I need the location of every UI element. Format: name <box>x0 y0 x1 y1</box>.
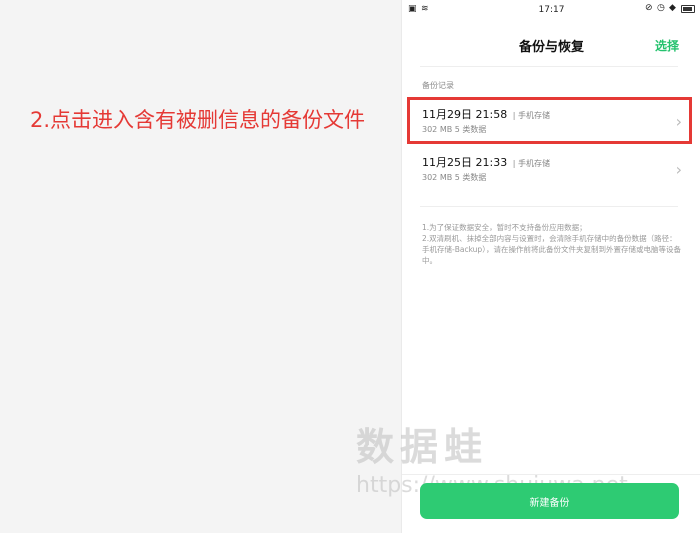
highlight-box <box>407 97 692 144</box>
phone-screen: ▣ ≋ 17:17 ⊘ ◷ ◆ 备份与恢复 选择 备份记录 11月29日 21:… <box>401 0 700 533</box>
mute-icon: ⊘ <box>645 3 653 13</box>
backup-meta: 302 MB 5 类数据 <box>422 173 487 182</box>
status-bar: ▣ ≋ 17:17 ⊘ ◷ ◆ <box>402 0 700 22</box>
backup-notes: 1.为了保证数据安全，暂时不支持备份应用数据； 2.双清刷机、抹掉全部内容与设置… <box>422 223 681 265</box>
signal-icon: ◆ <box>669 3 676 13</box>
new-backup-button[interactable]: 新建备份 <box>420 483 679 519</box>
backup-date: 11月25日 21:33 | 手机存储 <box>422 156 550 169</box>
battery-icon <box>681 4 695 13</box>
list-divider <box>420 206 678 207</box>
instruction-caption: 2.点击进入含有被删信息的备份文件 <box>30 108 366 132</box>
footer-divider <box>402 474 700 475</box>
section-label: 备份记录 <box>422 81 454 90</box>
backup-item-2[interactable]: 11月25日 21:33 | 手机存储 302 MB 5 类数据 › <box>422 148 682 192</box>
alarm-icon: ◷ <box>657 3 665 13</box>
header-divider <box>420 66 678 67</box>
select-button[interactable]: 选择 <box>655 37 679 54</box>
chevron-right-icon: › <box>675 160 682 179</box>
nav-bar: 备份与恢复 选择 <box>402 30 700 60</box>
